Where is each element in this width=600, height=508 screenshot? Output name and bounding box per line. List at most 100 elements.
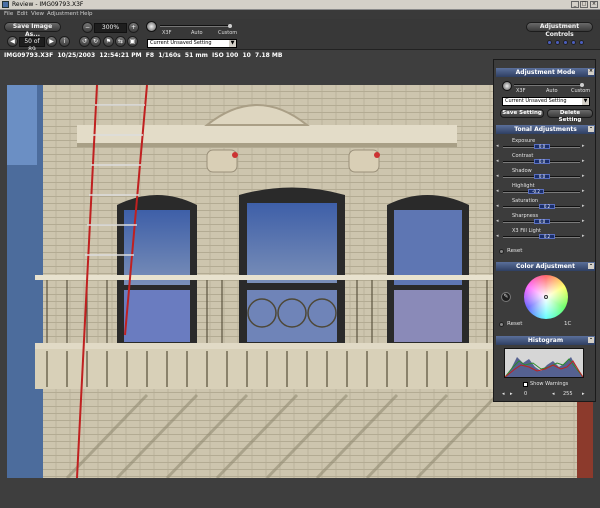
x3f-mode-icon[interactable] — [502, 81, 512, 91]
x3f-icon[interactable] — [146, 21, 157, 32]
slider-value[interactable]: 0.0 — [534, 159, 550, 164]
slider-left-arrow[interactable]: ◂ — [496, 203, 499, 209]
toolbar: Save Image As... ◀ 50 of 89 ▶ i − 300% +… — [0, 19, 600, 53]
minimize-button[interactable]: _ — [571, 1, 579, 8]
panel-setting-select[interactable]: Current Unsaved Setting ▼ — [502, 97, 590, 106]
delete-setting-button[interactable]: Delete Setting — [547, 109, 593, 123]
rotate-right-icon[interactable]: ↻ — [90, 36, 101, 47]
close-button[interactable]: × — [590, 1, 598, 8]
histogram-high-left-arrow[interactable]: ◂ — [552, 391, 555, 397]
slider-right-arrow[interactable]: ▸ — [582, 233, 585, 239]
mode-slider-knob[interactable] — [228, 24, 232, 28]
flip-icon[interactable]: ⇆ — [115, 36, 126, 47]
collapse-icon[interactable]: – — [588, 263, 594, 269]
color-wheel[interactable] — [524, 275, 568, 319]
histogram-low-left-arrow[interactable]: ◂ — [502, 391, 505, 397]
page-dot-2[interactable] — [555, 40, 560, 45]
collapse-icon[interactable]: – — [588, 126, 594, 132]
zoom-level[interactable]: 300% — [94, 23, 127, 33]
histogram-low-right-arrow[interactable]: ▸ — [510, 391, 513, 397]
color-reset-label[interactable]: Reset — [507, 321, 522, 327]
panel-mode-knob[interactable] — [580, 83, 584, 87]
adjustment-mode-title: Adjustment Mode — [515, 69, 576, 76]
show-warnings-checkbox[interactable] — [523, 382, 528, 387]
slider-value[interactable]: 0.2 — [539, 234, 555, 239]
slider-value[interactable]: -0.2 — [528, 189, 544, 194]
slider-right-arrow[interactable]: ▸ — [582, 203, 585, 209]
slider-contrast[interactable]: Contrast ◂ ▸ 0.0 — [494, 153, 597, 168]
slider-left-arrow[interactable]: ◂ — [496, 233, 499, 239]
trash-icon[interactable]: ▣ — [127, 36, 138, 47]
slider-value[interactable]: 0.0 — [534, 174, 550, 179]
rotate-left-icon[interactable]: ↺ — [79, 36, 90, 47]
page-dot-4[interactable] — [571, 40, 576, 45]
page-dot-3[interactable] — [563, 40, 568, 45]
app-icon — [2, 1, 9, 8]
eyedropper-icon[interactable]: ✎ — [501, 292, 511, 302]
chevron-down-icon: ▼ — [229, 40, 236, 47]
zoom-out-button[interactable]: − — [82, 22, 93, 33]
save-image-as-button[interactable]: Save Image As... — [4, 22, 61, 38]
tonal-reset-label[interactable]: Reset — [507, 248, 522, 254]
mode-slider-track[interactable] — [160, 25, 232, 27]
slider-value[interactable]: 0.0 — [534, 144, 550, 149]
slider-shadow[interactable]: Shadow ◂ ▸ 0.0 — [494, 168, 597, 183]
slider-left-arrow[interactable]: ◂ — [496, 143, 499, 149]
next-image-button[interactable]: ▶ — [46, 36, 57, 47]
adjustment-controls-button[interactable]: Adjustment Controls — [526, 22, 593, 38]
slider-label: Saturation — [512, 198, 539, 204]
panel-mode-slider[interactable] — [514, 84, 584, 86]
slider-right-arrow[interactable]: ▸ — [582, 173, 585, 179]
slider-x3-fill-light[interactable]: X3 Fill Light ◂ ▸ 0.2 — [494, 228, 597, 243]
mode-label-x3f: X3F — [162, 30, 172, 36]
histogram-high-right-arrow[interactable]: ▸ — [582, 391, 585, 397]
panel-mode-custom: Custom — [571, 88, 591, 94]
page-dot-5[interactable] — [579, 40, 584, 45]
slider-value[interactable]: 0.0 — [534, 219, 550, 224]
show-warnings-label[interactable]: Show Warnings — [530, 381, 568, 387]
info-button[interactable]: i — [59, 36, 70, 47]
slider-left-arrow[interactable]: ◂ — [496, 218, 499, 224]
slider-right-arrow[interactable]: ▸ — [582, 158, 585, 164]
slider-value[interactable]: 0.2 — [539, 204, 555, 209]
color-adjustment-header: Color Adjustment – — [496, 262, 595, 271]
menu-file[interactable]: File — [4, 11, 13, 17]
adjustment-mode-header: Adjustment Mode × — [496, 68, 595, 77]
mode-label-custom: Custom — [218, 30, 238, 36]
title-bar: Review - IMG09793.X3F _ □ × — [0, 0, 600, 10]
menu-adjustment[interactable]: Adjustment — [47, 11, 79, 17]
tonal-reset-radio[interactable] — [499, 249, 504, 254]
collapse-icon[interactable]: – — [588, 337, 594, 343]
slider-saturation[interactable]: Saturation ◂ ▸ 0.2 — [494, 198, 597, 213]
color-wheel-marker[interactable] — [544, 295, 548, 299]
close-icon[interactable]: × — [588, 69, 594, 75]
panel-mode-x3f: X3F — [516, 88, 526, 94]
slider-exposure[interactable]: Exposure ◂ ▸ 0.0 — [494, 138, 597, 153]
maximize-button[interactable]: □ — [580, 1, 588, 8]
image-counter: 50 of 89 — [19, 37, 45, 53]
setting-select[interactable]: Current Unsaved Setting ▼ — [147, 39, 237, 48]
menu-help[interactable]: Help — [80, 11, 93, 17]
page-dot-1[interactable] — [547, 40, 552, 45]
slider-right-arrow[interactable]: ▸ — [582, 143, 585, 149]
slider-left-arrow[interactable]: ◂ — [496, 173, 499, 179]
color-reset-radio[interactable] — [499, 322, 504, 327]
save-setting-button[interactable]: Save Setting — [500, 109, 544, 118]
panel-setting-value: Current Unsaved Setting — [505, 98, 567, 104]
zoom-in-button[interactable]: + — [128, 22, 139, 33]
prev-image-button[interactable]: ◀ — [7, 36, 18, 47]
slider-highlight[interactable]: Highlight ◂ ▸ -0.2 — [494, 183, 597, 198]
slider-right-arrow[interactable]: ▸ — [582, 218, 585, 224]
tonal-adjustments-title: Tonal Adjustments — [514, 126, 577, 133]
menu-view[interactable]: View — [31, 11, 44, 17]
adjustment-panel: Adjustment Mode × X3F Auto Custom Curren… — [493, 59, 596, 402]
slider-sharpness[interactable]: Sharpness ◂ ▸ 0.0 — [494, 213, 597, 228]
slider-right-arrow[interactable]: ▸ — [582, 188, 585, 194]
slider-left-arrow[interactable]: ◂ — [496, 158, 499, 164]
histogram-curves — [504, 357, 584, 378]
slider-left-arrow[interactable]: ◂ — [496, 188, 499, 194]
histogram-high-value: 255 — [563, 391, 573, 397]
flag-icon[interactable]: ⚑ — [103, 36, 114, 47]
histogram-graph — [504, 348, 584, 378]
menu-edit[interactable]: Edit — [17, 11, 28, 17]
